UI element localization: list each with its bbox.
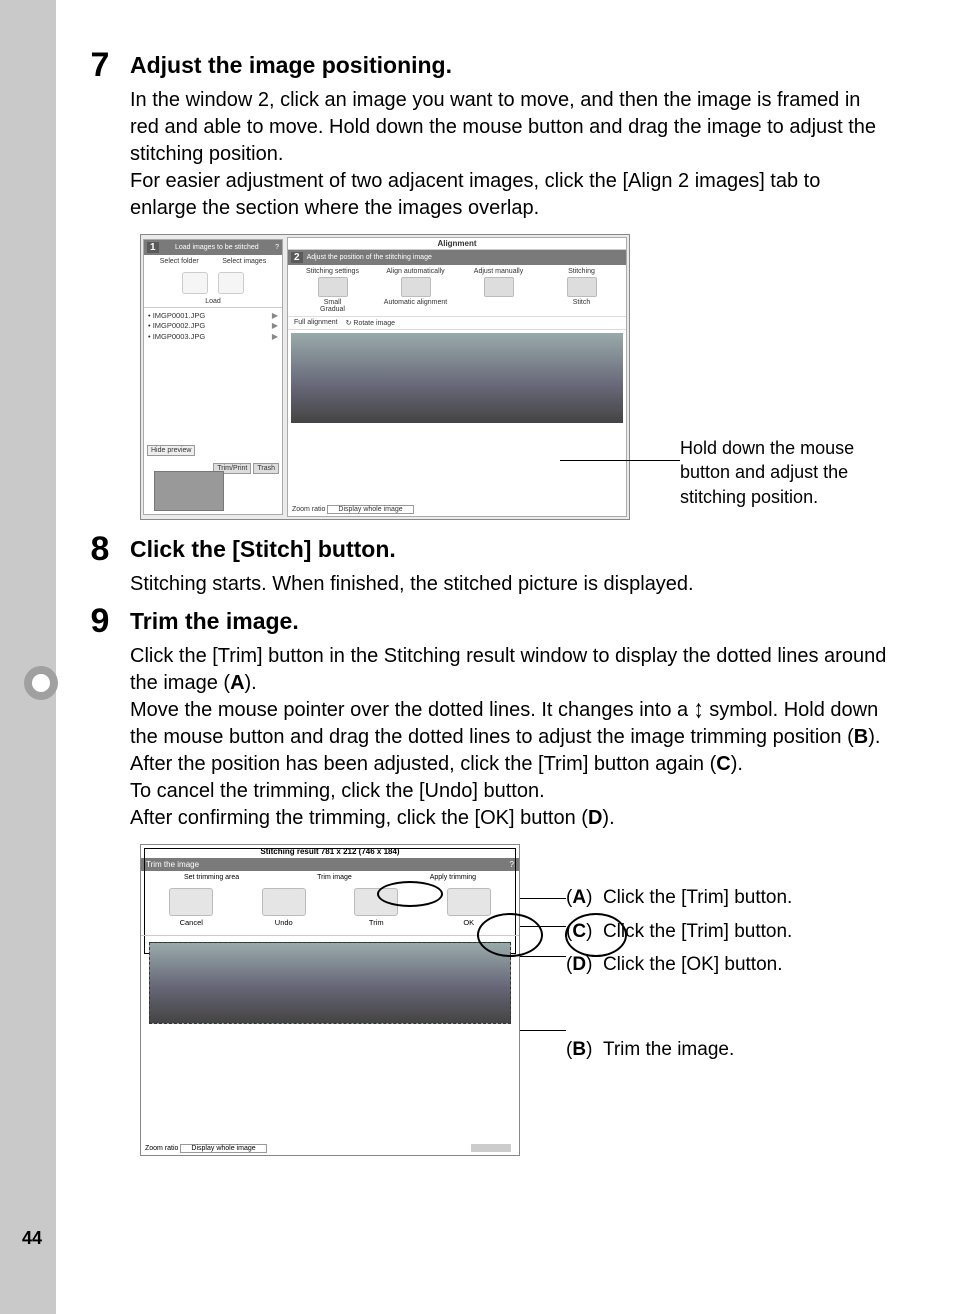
select-folder-label: Select folder	[160, 258, 199, 265]
page-left-strip	[0, 0, 56, 1314]
step-text: After confirming the trimming, click the…	[130, 805, 890, 832]
callout-A: (A) Click the [Trim] button.	[566, 884, 896, 913]
leader-line-D	[520, 956, 566, 957]
adjust-manual-col: Adjust manually	[464, 268, 533, 313]
leader-line-B	[520, 1030, 566, 1031]
stitching-col: Stitching Stitch	[547, 268, 616, 313]
step-number: 8	[70, 532, 130, 598]
step-text: In the window 2, click an image you want…	[130, 87, 890, 168]
alignment-panel: Alignment 2 Adjust the position of the s…	[287, 237, 627, 517]
caption-drag-instruction: Hold down the mouse button and adjust th…	[680, 436, 900, 509]
panorama-preview[interactable]	[291, 333, 623, 423]
stitch-icon[interactable]	[567, 277, 597, 297]
callout-oval-A	[377, 881, 443, 907]
step-heading: Click the [Stitch] button.	[130, 536, 890, 563]
preview-thumbnail	[154, 471, 224, 511]
load-panel-header: 1 Load images to be stitched ?	[144, 240, 282, 255]
align-auto-col: Align automatically Automatic alignment	[381, 268, 450, 313]
step-7: 7 Adjust the image positioning. In the w…	[70, 48, 920, 222]
step-text: To cancel the trimming, click the [Undo]…	[130, 778, 890, 805]
panel2-number: 2	[291, 252, 303, 263]
screenshot-stitching-result: Stitching result 781 x 212 (746 x 184) T…	[140, 844, 520, 1156]
panel2-title: Adjust the position of the stitching ima…	[307, 254, 432, 261]
callout-C: (C) Click the [Trim] button.	[566, 918, 896, 947]
rotate-tab[interactable]: ↻ Rotate image	[346, 319, 395, 327]
step-9: 9 Trim the image. Click the [Trim] butto…	[70, 604, 920, 832]
panel1-number: 1	[147, 242, 159, 253]
select-images-label: Select images	[222, 258, 266, 265]
updown-arrow-icon: ↕	[694, 693, 704, 728]
zoom-select[interactable]: Display whole image	[327, 505, 413, 514]
step-body: Adjust the image positioning. In the win…	[130, 48, 890, 222]
alignment-subbar: Full alignment ↻ Rotate image	[288, 316, 626, 330]
list-item[interactable]: • IMGP0003.JPG▶	[148, 332, 278, 342]
file-list: • IMGP0001.JPG▶ • IMGP0002.JPG▶ • IMGP00…	[144, 308, 282, 345]
settings-icon[interactable]	[318, 277, 348, 297]
manual-icon[interactable]	[484, 277, 514, 297]
list-item[interactable]: • IMGP0002.JPG▶	[148, 321, 278, 331]
alignment-columns: Stitching settings SmallGradual Align au…	[288, 265, 626, 316]
trash-button[interactable]: Trash	[253, 463, 279, 474]
callout-D: (D) Click the [OK] button.	[566, 951, 896, 980]
result-panorama[interactable]	[149, 942, 511, 1024]
hand-icon[interactable]	[218, 272, 244, 294]
zoom-control: Zoom ratio Display whole image	[292, 505, 414, 514]
undo-button[interactable]: Undo	[262, 888, 306, 927]
step-text: For easier adjustment of two adjacent im…	[130, 168, 890, 222]
load-label: Load	[144, 298, 282, 308]
step-text: Move the mouse pointer over the dotted l…	[130, 697, 890, 751]
cancel-button[interactable]: Cancel	[169, 888, 213, 927]
leader-line-A	[520, 898, 566, 899]
step-heading: Trim the image.	[130, 608, 890, 635]
callout-oval-C	[477, 913, 543, 957]
screenshot-alignment-window: 1 Load images to be stitched ? Select fo…	[140, 234, 630, 520]
leader-line	[560, 460, 680, 461]
step-body: Click the [Stitch] button. Stitching sta…	[130, 532, 890, 598]
step-number: 9	[70, 604, 130, 832]
zoom-control: Zoom ratio Display whole image	[145, 1144, 267, 1153]
step-text: Stitching starts. When finished, the sti…	[130, 571, 890, 598]
callout-B: (B) Trim the image.	[566, 1036, 896, 1065]
step-text: Click the [Trim] button in the Stitching…	[130, 643, 890, 697]
page-indicator-dot	[24, 666, 58, 700]
stitching-settings-col: Stitching settings SmallGradual	[298, 268, 367, 313]
page-number: 44	[22, 1228, 42, 1249]
step-text: After the position has been adjusted, cl…	[130, 751, 890, 778]
scrollbar[interactable]	[471, 1144, 511, 1152]
auto-align-icon[interactable]	[401, 277, 431, 297]
list-item[interactable]: • IMGP0001.JPG▶	[148, 311, 278, 321]
help-icon[interactable]: ?	[275, 244, 279, 251]
full-alignment-tab[interactable]: Full alignment	[294, 319, 338, 327]
load-panel: 1 Load images to be stitched ? Select fo…	[143, 239, 283, 515]
trim-buttons-row: Cancel Undo Trim OK	[141, 884, 519, 936]
panel1-title: Load images to be stitched	[175, 244, 259, 251]
alignment-title: Alignment	[288, 238, 626, 250]
zoom-select[interactable]: Display whole image	[180, 1144, 266, 1153]
step-heading: Adjust the image positioning.	[130, 52, 890, 79]
alignment-header: 2 Adjust the position of the stitching i…	[288, 250, 626, 265]
step-8: 8 Click the [Stitch] button. Stitching s…	[70, 532, 920, 598]
step-number: 7	[70, 48, 130, 222]
callout-annotations: (A) Click the [Trim] button. (C) Click t…	[566, 884, 896, 1069]
hide-preview-button[interactable]: Hide preview	[147, 445, 195, 456]
leader-line-C	[520, 926, 566, 927]
step-body: Trim the image. Click the [Trim] button …	[130, 604, 890, 832]
folder-icon[interactable]	[182, 272, 208, 294]
